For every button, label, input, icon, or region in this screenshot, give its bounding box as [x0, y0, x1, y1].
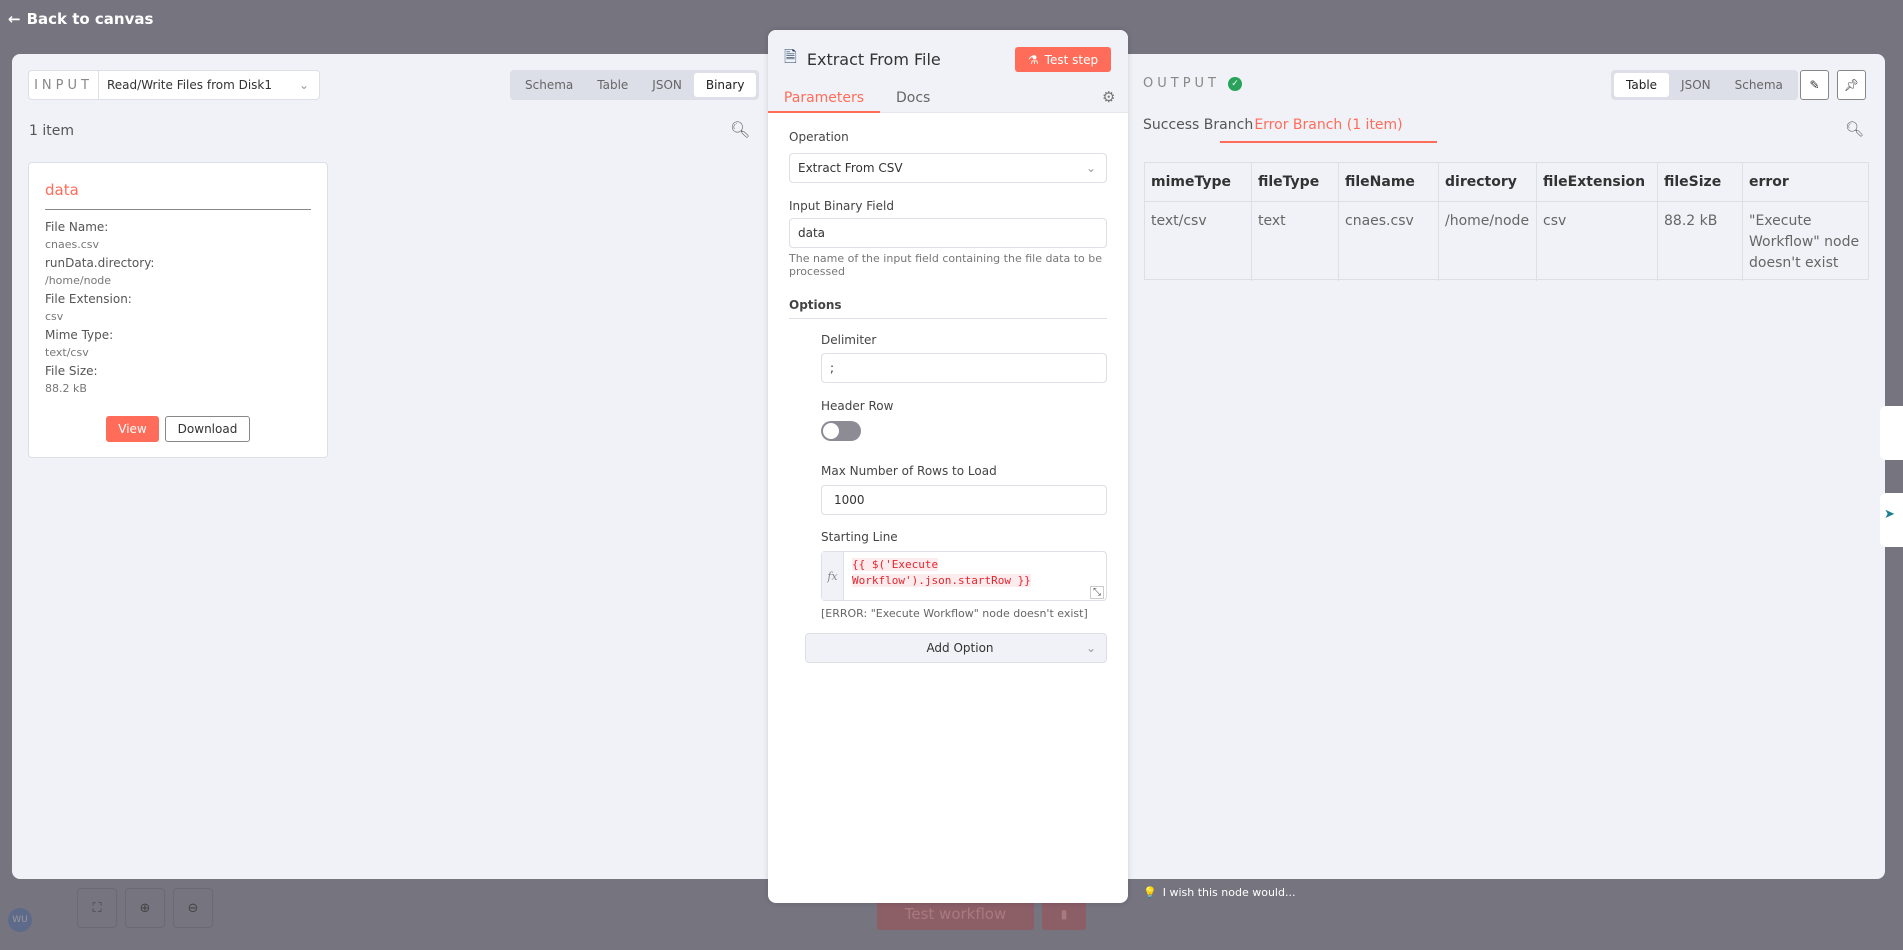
download-button[interactable]: Download	[165, 416, 250, 442]
node-title: Extract From File	[806, 50, 941, 69]
binary-key: data	[45, 181, 311, 210]
field-label: File Name:	[45, 220, 109, 234]
table-cell: /home/node	[1439, 201, 1537, 281]
input-node-selector[interactable]: INPUT Read/Write Files from Disk1 ⌄	[28, 70, 320, 100]
tab-error-branch[interactable]: Error Branch (1 item)	[1220, 117, 1437, 143]
output-view-tabs: Table JSON Schema	[1611, 70, 1798, 100]
search-icon[interactable]: 🔍︎	[730, 120, 750, 139]
delimiter-label: Delimiter	[821, 333, 877, 347]
search-icon[interactable]: 🔍︎	[1845, 120, 1864, 138]
max-rows-input[interactable]: 1000	[821, 485, 1107, 515]
expand-icon[interactable]: ⤡	[1090, 586, 1104, 599]
field-value: 88.2 kB	[45, 382, 87, 395]
column-header-directory: directory	[1439, 163, 1537, 201]
tab-parameters[interactable]: Parameters	[768, 86, 880, 113]
delimiter-input[interactable]: ;	[821, 353, 1107, 383]
operation-label: Operation	[789, 130, 849, 144]
starting-line-label: Starting Line	[821, 530, 898, 544]
output-label: OUTPUT	[1143, 76, 1220, 91]
node-parameters-panel: 🗎 Extract From File ⚗ Test step Parameter…	[768, 30, 1128, 903]
field-value: csv	[45, 310, 64, 323]
pencil-icon: ✎	[1809, 78, 1820, 92]
chevron-down-icon: ⌄	[1085, 641, 1096, 655]
column-header-fileType: fileType	[1252, 163, 1339, 201]
trash-icon: ▮	[1060, 907, 1068, 921]
column-header-mimeType: mimeType	[1145, 163, 1252, 201]
arrow-left-icon: ←	[8, 10, 21, 28]
item-count: 1 item	[29, 123, 74, 139]
edit-output-button[interactable]: ✎	[1800, 70, 1829, 100]
field-value: cnaes.csv	[45, 238, 100, 251]
expression-error: [ERROR: "Execute Workflow" node doesn't …	[821, 607, 1088, 620]
output-table: mimeType fileType fileName directory fileExt…	[1144, 162, 1869, 281]
side-tab-cursor[interactable]: ➤	[1880, 493, 1903, 547]
max-rows-label: Max Number of Rows to Load	[821, 464, 997, 478]
table-cell: cnaes.csv	[1339, 201, 1439, 281]
field-label: runData.directory:	[45, 256, 155, 270]
binary-field-input[interactable]: data	[789, 218, 1107, 248]
operation-select[interactable]: Extract From CSV ⌄	[789, 153, 1107, 183]
binary-field-hint: The name of the input field containing t…	[789, 252, 1103, 278]
field-label: File Extension:	[45, 292, 132, 306]
binary-data-card: data File Name: cnaes.csv runData.director…	[28, 162, 328, 458]
flask-icon: ⚗	[1027, 52, 1039, 67]
pin-icon: 📌︎	[1843, 78, 1860, 92]
field-value: /home/node	[45, 274, 112, 287]
field-value: text/csv	[45, 346, 89, 359]
header-row-toggle[interactable]	[821, 421, 861, 441]
back-to-canvas-button[interactable]: ← Back to canvas	[8, 10, 153, 28]
field-label: File Size:	[45, 364, 98, 378]
tab-table[interactable]: Table	[585, 73, 640, 97]
input-label: INPUT	[29, 71, 99, 99]
column-header-fileExtension: fileExtension	[1537, 163, 1658, 201]
input-view-tabs: Schema Table JSON Binary	[510, 70, 760, 100]
cursor-icon: ➤	[1884, 507, 1895, 522]
zoom-in-button[interactable]: ⊕	[125, 888, 165, 928]
options-heading: Options	[789, 298, 1107, 319]
view-button[interactable]: View	[106, 416, 159, 442]
file-extract-icon: 🗎	[784, 47, 797, 66]
tab-binary[interactable]: Binary	[693, 73, 757, 97]
starting-line-expression[interactable]: fx {{ $('Execute Workflow').json.startRo…	[821, 551, 1107, 601]
tab-schema[interactable]: Schema	[513, 73, 585, 97]
table-cell: csv	[1537, 201, 1658, 281]
table-cell: "Execute Workflow" node doesn't exist	[1749, 213, 1860, 271]
table-cell: text/csv	[1145, 201, 1252, 281]
lightbulb-icon: 💡	[1143, 886, 1157, 899]
fit-view-button[interactable]: ⛶	[77, 888, 117, 928]
header-row-label: Header Row	[821, 399, 894, 413]
chevron-down-icon: ⌄	[298, 78, 309, 92]
column-header-fileSize: fileSize	[1658, 163, 1743, 201]
tab-table[interactable]: Table	[1614, 73, 1670, 97]
gear-icon[interactable]: ⚙	[1102, 88, 1115, 106]
table-cell: 88.2 kB	[1658, 201, 1743, 281]
field-label: Mime Type:	[45, 328, 114, 342]
tab-json[interactable]: JSON	[1669, 73, 1723, 97]
add-option-button[interactable]: Add Option ⌄	[805, 633, 1107, 663]
zoom-out-button[interactable]: ⊖	[173, 888, 213, 928]
fx-icon: fx	[822, 552, 844, 600]
tab-schema[interactable]: Schema	[1723, 73, 1795, 97]
binary-field-label: Input Binary Field	[789, 199, 894, 213]
chevron-down-icon: ⌄	[1085, 161, 1096, 175]
column-header-error: error	[1749, 174, 1789, 190]
success-check-icon: ✓	[1227, 76, 1242, 91]
pin-data-button[interactable]: 📌︎	[1837, 70, 1866, 100]
table-cell: text	[1252, 201, 1339, 281]
side-tab[interactable]	[1880, 406, 1903, 460]
avatar[interactable]: WU	[8, 908, 32, 932]
canvas-sidebar: WU	[0, 890, 40, 950]
feedback-link[interactable]: 💡 I wish this node would...	[1143, 886, 1295, 899]
zoom-controls: ⛶ ⊕ ⊖	[77, 888, 213, 928]
test-step-button[interactable]: ⚗ Test step	[1015, 47, 1111, 72]
column-header-fileName: fileName	[1339, 163, 1439, 201]
tab-json[interactable]: JSON	[640, 73, 694, 97]
tab-docs[interactable]: Docs	[896, 90, 930, 106]
